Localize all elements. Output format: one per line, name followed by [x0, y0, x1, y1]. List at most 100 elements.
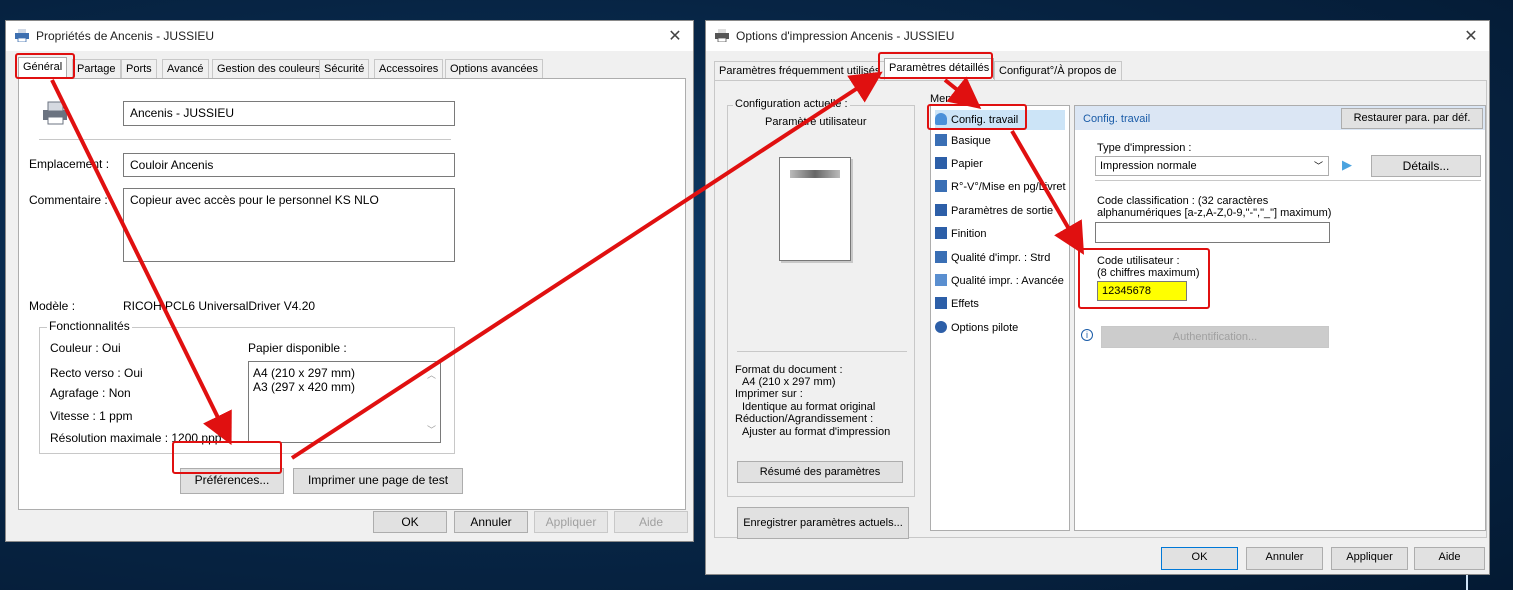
menu-item-quality-standard[interactable]: Qualité d'impr. : Strd: [935, 251, 1050, 271]
window-title: Options d'impression Ancenis - JUSSIEU: [736, 29, 955, 43]
location-label: Emplacement :: [29, 157, 110, 171]
duplex-icon: [935, 180, 947, 192]
cancel-button[interactable]: Annuler: [454, 511, 528, 533]
paper-list[interactable]: A4 (210 x 297 mm) A3 (297 x 420 mm) ︿ ﹀: [248, 361, 441, 443]
highlight-detailed-settings-tab: [878, 52, 993, 79]
menu-item-duplex-layout[interactable]: R°-V°/Mise en pg/Livret: [935, 180, 1066, 200]
user-settings-label: Paramètre utilisateur: [765, 116, 867, 128]
close-icon[interactable]: ✕: [665, 26, 685, 46]
desktop-edge: [1466, 575, 1468, 590]
doc-format-value: A4 (210 x 297 mm): [742, 376, 836, 388]
tab-ports[interactable]: Ports: [121, 59, 157, 78]
window-title: Propriétés de Ancenis - JUSSIEU: [36, 29, 215, 43]
paper-icon: [935, 157, 947, 169]
chevron-down-icon: ﹀: [1313, 161, 1323, 171]
detailed-settings-pane: Configuration actuelle : Paramètre utili…: [714, 80, 1487, 539]
close-icon[interactable]: ✕: [1461, 26, 1481, 46]
features-label: Fonctionnalités: [47, 319, 132, 333]
print-type-value: Impression normale: [1100, 160, 1197, 172]
print-on-label: Imprimer sur :: [735, 388, 803, 400]
cancel-button[interactable]: Annuler: [1246, 547, 1323, 570]
comment-field[interactable]: Copieur avec accès pour le personnel KS …: [123, 188, 455, 262]
settings-summary-button[interactable]: Résumé des paramètres: [737, 461, 903, 483]
print-type-label: Type d'impression :: [1097, 142, 1192, 154]
effects-icon: [935, 297, 947, 309]
list-item[interactable]: A3 (297 x 420 mm): [253, 380, 355, 394]
classification-label: Code classification : (32 caractères: [1097, 195, 1269, 207]
highlight-general-tab: [15, 53, 75, 79]
title-bar: Propriétés de Ancenis - JUSSIEU ✕: [6, 21, 693, 51]
document-preview: [779, 157, 851, 261]
reduce-value: Ajuster au format d'impression: [742, 426, 891, 438]
scroll-down-icon[interactable]: ﹀: [427, 423, 436, 436]
gear-icon: [935, 321, 947, 333]
duplex-feature: Recto verso : Oui: [50, 366, 143, 380]
general-tab-pane: Ancenis - JUSSIEU Emplacement : Couloir …: [18, 78, 686, 510]
printer-properties-window: Propriétés de Ancenis - JUSSIEU ✕ Généra…: [5, 20, 694, 542]
divider: [1095, 180, 1481, 181]
play-arrow-icon: ▶: [1342, 157, 1352, 172]
comment-label: Commentaire :: [29, 193, 108, 207]
menu-item-paper[interactable]: Papier: [935, 157, 983, 177]
printer-icon: [43, 101, 67, 125]
classification-label-2: alphanumériques [a-z,A-Z,0-9,"-","_"] ma…: [1097, 207, 1332, 219]
highlight-job-config-item: [927, 104, 1027, 130]
ok-button[interactable]: OK: [1161, 547, 1238, 570]
quality-advanced-icon: [935, 274, 947, 286]
highlight-user-code: [1078, 248, 1210, 309]
apply-button[interactable]: Appliquer: [534, 511, 608, 533]
tab-security[interactable]: Sécurité: [319, 59, 370, 78]
quality-icon: [935, 251, 947, 263]
menu-item-finishing[interactable]: Finition: [935, 227, 986, 247]
panel-title: Config. travail: [1083, 113, 1151, 125]
speed-feature: Vitesse : 1 ppm: [50, 409, 133, 423]
print-type-select[interactable]: Impression normale ﹀: [1095, 156, 1329, 176]
ok-button[interactable]: OK: [373, 511, 447, 533]
divider: [737, 351, 907, 352]
tab-accessories[interactable]: Accessoires: [374, 59, 444, 78]
model-label: Modèle :: [29, 299, 76, 313]
tab-color-management[interactable]: Gestion des couleurs: [212, 59, 326, 78]
menu-item-quality-advanced[interactable]: Qualité impr. : Avancée: [935, 274, 1064, 294]
list-item[interactable]: A4 (210 x 297 mm): [253, 366, 355, 380]
current-config-label: Configuration actuelle :: [733, 98, 850, 110]
staple-feature: Agrafage : Non: [50, 386, 131, 400]
restore-defaults-button[interactable]: Restaurer para. par déf.: [1341, 108, 1483, 129]
tab-advanced[interactable]: Avancé: [162, 59, 209, 78]
apply-button[interactable]: Appliquer: [1331, 547, 1408, 570]
model-value: RICOH PCL6 UniversalDriver V4.20: [123, 299, 316, 313]
details-button[interactable]: Détails...: [1371, 155, 1481, 177]
basic-icon: [935, 134, 947, 146]
color-feature: Couleur : Oui: [50, 341, 121, 355]
finishing-icon: [935, 227, 947, 239]
location-field[interactable]: Couloir Ancenis: [123, 153, 455, 177]
printer-icon: [15, 29, 29, 42]
doc-format-label: Format du document :: [735, 364, 843, 376]
info-icon: i: [1081, 329, 1093, 341]
menu-item-driver-options[interactable]: Options pilote: [935, 321, 1018, 341]
title-bar: Options d'impression Ancenis - JUSSIEU ✕: [706, 21, 1489, 51]
paper-available-label: Papier disponible :: [248, 341, 347, 355]
divider: [39, 139, 451, 140]
classification-input[interactable]: [1095, 222, 1330, 243]
highlight-preferences-button: [172, 441, 282, 474]
scroll-up-icon[interactable]: ︿: [427, 368, 436, 381]
printer-icon: [715, 29, 729, 42]
print-test-page-button[interactable]: Imprimer une page de test: [293, 468, 463, 494]
menu-item-effects[interactable]: Effets: [935, 297, 979, 317]
print-on-value: Identique au format original: [742, 401, 876, 413]
help-button[interactable]: Aide: [1414, 547, 1485, 570]
save-current-settings-button[interactable]: Enregistrer paramètres actuels...: [737, 507, 909, 539]
menu-list: Config. travail Basique Papier R°-V°/Mis…: [930, 105, 1070, 531]
printer-name-field[interactable]: Ancenis - JUSSIEU: [123, 101, 455, 126]
tab-frequent-settings[interactable]: Paramètres fréquemment utilisés: [714, 61, 886, 80]
tab-sharing[interactable]: Partage: [72, 59, 121, 78]
tab-advanced-options[interactable]: Options avancées: [445, 59, 544, 78]
reduce-label: Réduction/Agrandissement :: [735, 413, 874, 425]
help-button[interactable]: Aide: [614, 511, 688, 533]
menu-item-basic[interactable]: Basique: [935, 134, 991, 154]
menu-item-output-settings[interactable]: Paramètres de sortie: [935, 204, 1053, 224]
output-icon: [935, 204, 947, 216]
tab-configuration-about[interactable]: Configurat°/À propos de: [994, 61, 1122, 80]
authentication-button[interactable]: Authentification...: [1101, 326, 1329, 348]
